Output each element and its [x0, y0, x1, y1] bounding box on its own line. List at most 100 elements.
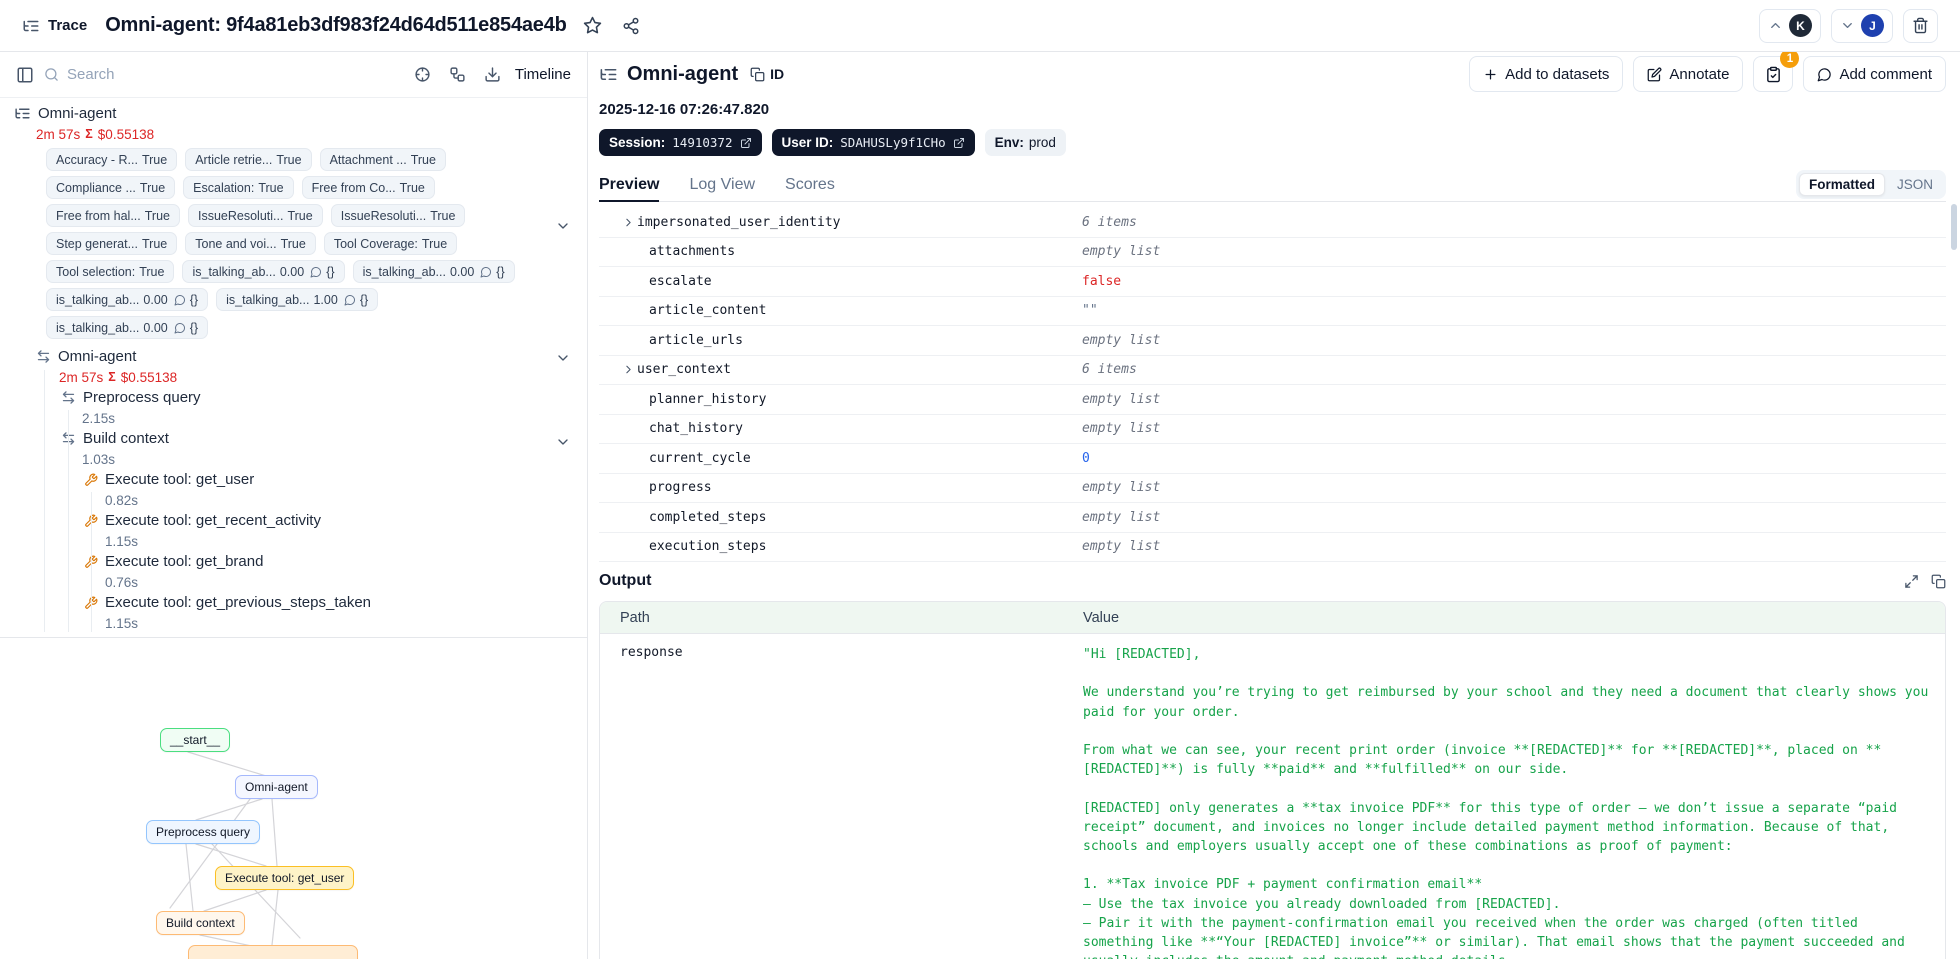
- preview-row[interactable]: chat_history empty list: [599, 415, 1946, 444]
- tree-node-tool[interactable]: Execute tool: get_user: [0, 468, 587, 491]
- search-input[interactable]: [67, 66, 404, 83]
- score-badge[interactable]: Escalation: True: [183, 176, 294, 199]
- cost-value: $0.55138: [120, 369, 178, 385]
- score-badge[interactable]: Tool selection: True: [46, 260, 175, 283]
- score-badge[interactable]: Article retrie... True: [185, 148, 312, 171]
- tab-log-view[interactable]: Log View: [689, 168, 755, 202]
- preview-row[interactable]: attachments empty list: [599, 238, 1946, 267]
- preview-row[interactable]: planner_history empty list: [599, 385, 1946, 415]
- preview-row[interactable]: escalate false: [599, 267, 1946, 297]
- preview-row[interactable]: progress empty list: [599, 474, 1946, 503]
- score-badge[interactable]: Step generat... True: [46, 232, 178, 255]
- add-to-datasets-button[interactable]: Add to datasets: [1469, 56, 1624, 92]
- trash-icon: [1912, 17, 1929, 34]
- graph-node-execute-tool-get-user[interactable]: Execute tool: get_user: [215, 866, 355, 890]
- tree-node-trace-root[interactable]: Omni-agent: [0, 102, 587, 125]
- star-button[interactable]: [578, 12, 606, 39]
- tree-node-agent[interactable]: Omni-agent: [0, 345, 587, 368]
- chevron-down-icon[interactable]: [555, 218, 571, 234]
- sigma-icon: Σ: [85, 127, 93, 141]
- external-link-icon: [953, 137, 965, 149]
- share-button[interactable]: [617, 12, 644, 39]
- preview-row[interactable]: user_context 6 items: [599, 356, 1946, 385]
- preview-row[interactable]: current_cycle 0: [599, 444, 1946, 474]
- timeline-toggle[interactable]: Timeline: [515, 66, 571, 83]
- header-actions: Add to datasets Annotate 1 Add comment: [1469, 52, 1946, 92]
- session-badge[interactable]: Session: 14910372: [599, 129, 762, 156]
- tree-node-tool[interactable]: Execute tool: get_recent_activity: [0, 509, 587, 532]
- score-badge[interactable]: is_talking_ab... 0.00{}: [46, 316, 209, 339]
- graph-node-preprocess-query[interactable]: Preprocess query: [146, 820, 261, 844]
- column-value: Value: [1083, 609, 1120, 626]
- cost-value: $0.55138: [97, 126, 155, 142]
- score-badge[interactable]: Compliance ... True: [46, 176, 176, 199]
- chevron-down-icon[interactable]: [555, 434, 571, 450]
- next-trace-button[interactable]: J: [1831, 8, 1893, 43]
- score-badge[interactable]: Free from hal... True: [46, 204, 180, 227]
- score-badge[interactable]: IssueResoluti... True: [330, 204, 466, 227]
- format-json[interactable]: JSON: [1887, 173, 1943, 196]
- format-formatted[interactable]: Formatted: [1798, 173, 1885, 196]
- annotation-queue-button[interactable]: 1: [1753, 52, 1800, 92]
- comment-bubble-icon: [174, 294, 186, 306]
- chevron-down-icon[interactable]: [555, 350, 571, 366]
- graph-node-omni-agent[interactable]: Omni-agent: [235, 775, 318, 799]
- comment-bubble-icon: [480, 266, 492, 278]
- score-badge[interactable]: is_talking_ab... 1.00{}: [216, 288, 379, 311]
- panel-left-icon[interactable]: [16, 66, 34, 84]
- chevron-right-icon[interactable]: [619, 363, 637, 376]
- comment-bubble-icon: [310, 266, 322, 278]
- delete-trace-button[interactable]: [1903, 8, 1938, 43]
- download-icon[interactable]: [484, 66, 501, 83]
- output-row[interactable]: response "Hi [REDACTED], We understand y…: [600, 634, 1945, 959]
- duration-value: 2m 57s: [36, 126, 81, 142]
- score-badge[interactable]: is_talking_ab... 0.00{}: [46, 288, 209, 311]
- copy-id-button[interactable]: ID: [750, 66, 784, 82]
- tab-preview[interactable]: Preview: [599, 168, 659, 202]
- user-id-badge[interactable]: User ID: SDAHUSLy9f1CHo: [771, 129, 975, 156]
- score-badge[interactable]: Accuracy - R... True: [46, 148, 178, 171]
- preview-row[interactable]: article_content "": [599, 297, 1946, 326]
- expand-icon[interactable]: [1904, 574, 1919, 589]
- preview-row[interactable]: execution_steps empty list: [599, 533, 1946, 562]
- score-badge[interactable]: IssueResoluti... True: [188, 204, 323, 227]
- score-badge[interactable]: is_talking_ab... 0.00{}: [352, 260, 515, 283]
- output-table: Path Value response "Hi [REDACTED], We u…: [599, 601, 1946, 959]
- plus-icon: [1483, 67, 1498, 82]
- tab-scores[interactable]: Scores: [785, 168, 835, 202]
- tree-node-span[interactable]: Preprocess query: [0, 386, 587, 409]
- graph-node-build-context[interactable]: Build context: [156, 911, 245, 935]
- span-duration: 0.82s: [105, 492, 139, 508]
- preview-row[interactable]: completed_steps empty list: [599, 503, 1946, 533]
- score-badge[interactable]: Attachment ... True: [319, 148, 446, 171]
- preview-row[interactable]: impersonated_user_identity 6 items: [599, 208, 1946, 238]
- score-badge[interactable]: Tool Coverage: True: [323, 232, 458, 255]
- chevron-up-icon: [1768, 18, 1783, 33]
- tree-node-label: Execute tool: get_user: [105, 471, 255, 488]
- score-badge[interactable]: is_talking_ab... 0.00{}: [182, 260, 345, 283]
- tree-node-tool[interactable]: Execute tool: get_brand: [0, 550, 587, 573]
- graph-node-start[interactable]: __start__: [160, 728, 231, 752]
- tree-node-tool[interactable]: Execute tool: get_previous_steps_taken: [0, 591, 587, 614]
- preview-row[interactable]: article_urls empty list: [599, 326, 1946, 356]
- sigma-icon: Σ: [108, 370, 116, 384]
- span-duration: 1.15s: [105, 615, 139, 631]
- indent-guide: [91, 492, 92, 632]
- chevron-right-icon[interactable]: [619, 216, 637, 229]
- add-comment-button[interactable]: Add comment: [1803, 56, 1946, 92]
- workflow-icon[interactable]: [449, 66, 466, 83]
- graph-node-partial[interactable]: [188, 945, 358, 959]
- tree-node-label: Build context: [83, 430, 169, 447]
- copy-icon[interactable]: [1931, 574, 1946, 589]
- page-title: Omni-agent: [627, 62, 739, 85]
- list-tree-icon: [14, 105, 31, 122]
- annotate-button[interactable]: Annotate: [1633, 56, 1744, 92]
- crosshair-icon[interactable]: [414, 66, 431, 83]
- scrollbar-thumb[interactable]: [1951, 204, 1957, 250]
- sidebar-tool-icons: [414, 66, 501, 83]
- tree-node-span[interactable]: Build context: [0, 427, 587, 450]
- score-badge[interactable]: Tone and voi... True: [185, 232, 316, 255]
- prev-trace-button[interactable]: K: [1759, 8, 1821, 43]
- top-bar: Trace Omni-agent: 9f4a81eb3df983f24d64d5…: [0, 0, 1960, 52]
- score-badge[interactable]: Free from Co... True: [301, 176, 435, 199]
